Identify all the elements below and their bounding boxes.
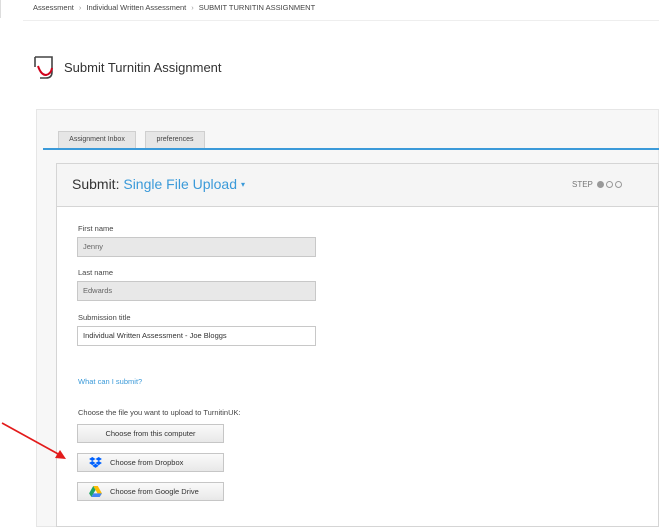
what-can-i-submit-link[interactable]: What can I submit?	[78, 377, 142, 386]
last-name-field: Edwards	[77, 281, 316, 301]
breadcrumb-individual-written-assessment[interactable]: Individual Written Assessment	[86, 3, 186, 12]
choose-from-google-drive-button[interactable]: Choose from Google Drive	[77, 482, 224, 501]
caret-down-icon[interactable]: ▾	[241, 180, 245, 189]
choose-from-dropbox-button[interactable]: Choose from Dropbox	[77, 453, 224, 472]
breadcrumb-separator: ›	[78, 3, 82, 12]
submission-title-label: Submission title	[78, 313, 131, 322]
button-label: Choose from Google Drive	[110, 487, 199, 496]
page-header: Submit Turnitin Assignment	[32, 52, 222, 82]
tab-preferences[interactable]: preferences	[145, 131, 205, 148]
step-dot-2	[606, 181, 614, 188]
step-dot-1	[597, 181, 605, 188]
breadcrumb-separator: ›	[191, 3, 194, 12]
page-title: Submit Turnitin Assignment	[64, 59, 222, 75]
button-label: Choose from this computer	[105, 429, 196, 438]
first-name-field: Jenny	[77, 237, 316, 257]
submit-prefix: Submit:	[72, 176, 120, 192]
submission-title-input[interactable]: Individual Written Assessment - Joe Blog…	[77, 326, 316, 346]
google-drive-icon	[89, 486, 102, 497]
last-name-label: Last name	[78, 268, 114, 277]
choose-from-computer-button[interactable]: Choose from this computer	[77, 424, 224, 443]
breadcrumb-current: SUBMIT TURNITIN ASSIGNMENT	[198, 3, 316, 12]
annotation-arrow-icon	[1, 422, 66, 459]
divider	[23, 20, 659, 21]
step-dot-3	[615, 181, 623, 188]
first-name-label: First name	[78, 224, 114, 233]
step-indicator: STEP	[572, 180, 623, 189]
submit-title: Submit: Single File Upload ▾	[72, 176, 245, 192]
dropbox-icon	[89, 457, 102, 468]
tab-underline	[43, 148, 659, 150]
breadcrumb-assessment[interactable]: Assessment	[33, 3, 74, 12]
step-label: STEP	[572, 180, 593, 189]
breadcrumb: Assessment › Individual Written Assessment…	[0, 0, 659, 18]
choose-file-instruction: Choose the file you want to upload to Tu…	[78, 408, 241, 417]
button-label: Choose from Dropbox	[110, 458, 184, 467]
upload-mode-dropdown[interactable]: Single File Upload	[123, 176, 237, 192]
tab-assignment-inbox[interactable]: Assignment Inbox	[58, 131, 136, 148]
turnitin-logo-icon	[34, 56, 53, 79]
